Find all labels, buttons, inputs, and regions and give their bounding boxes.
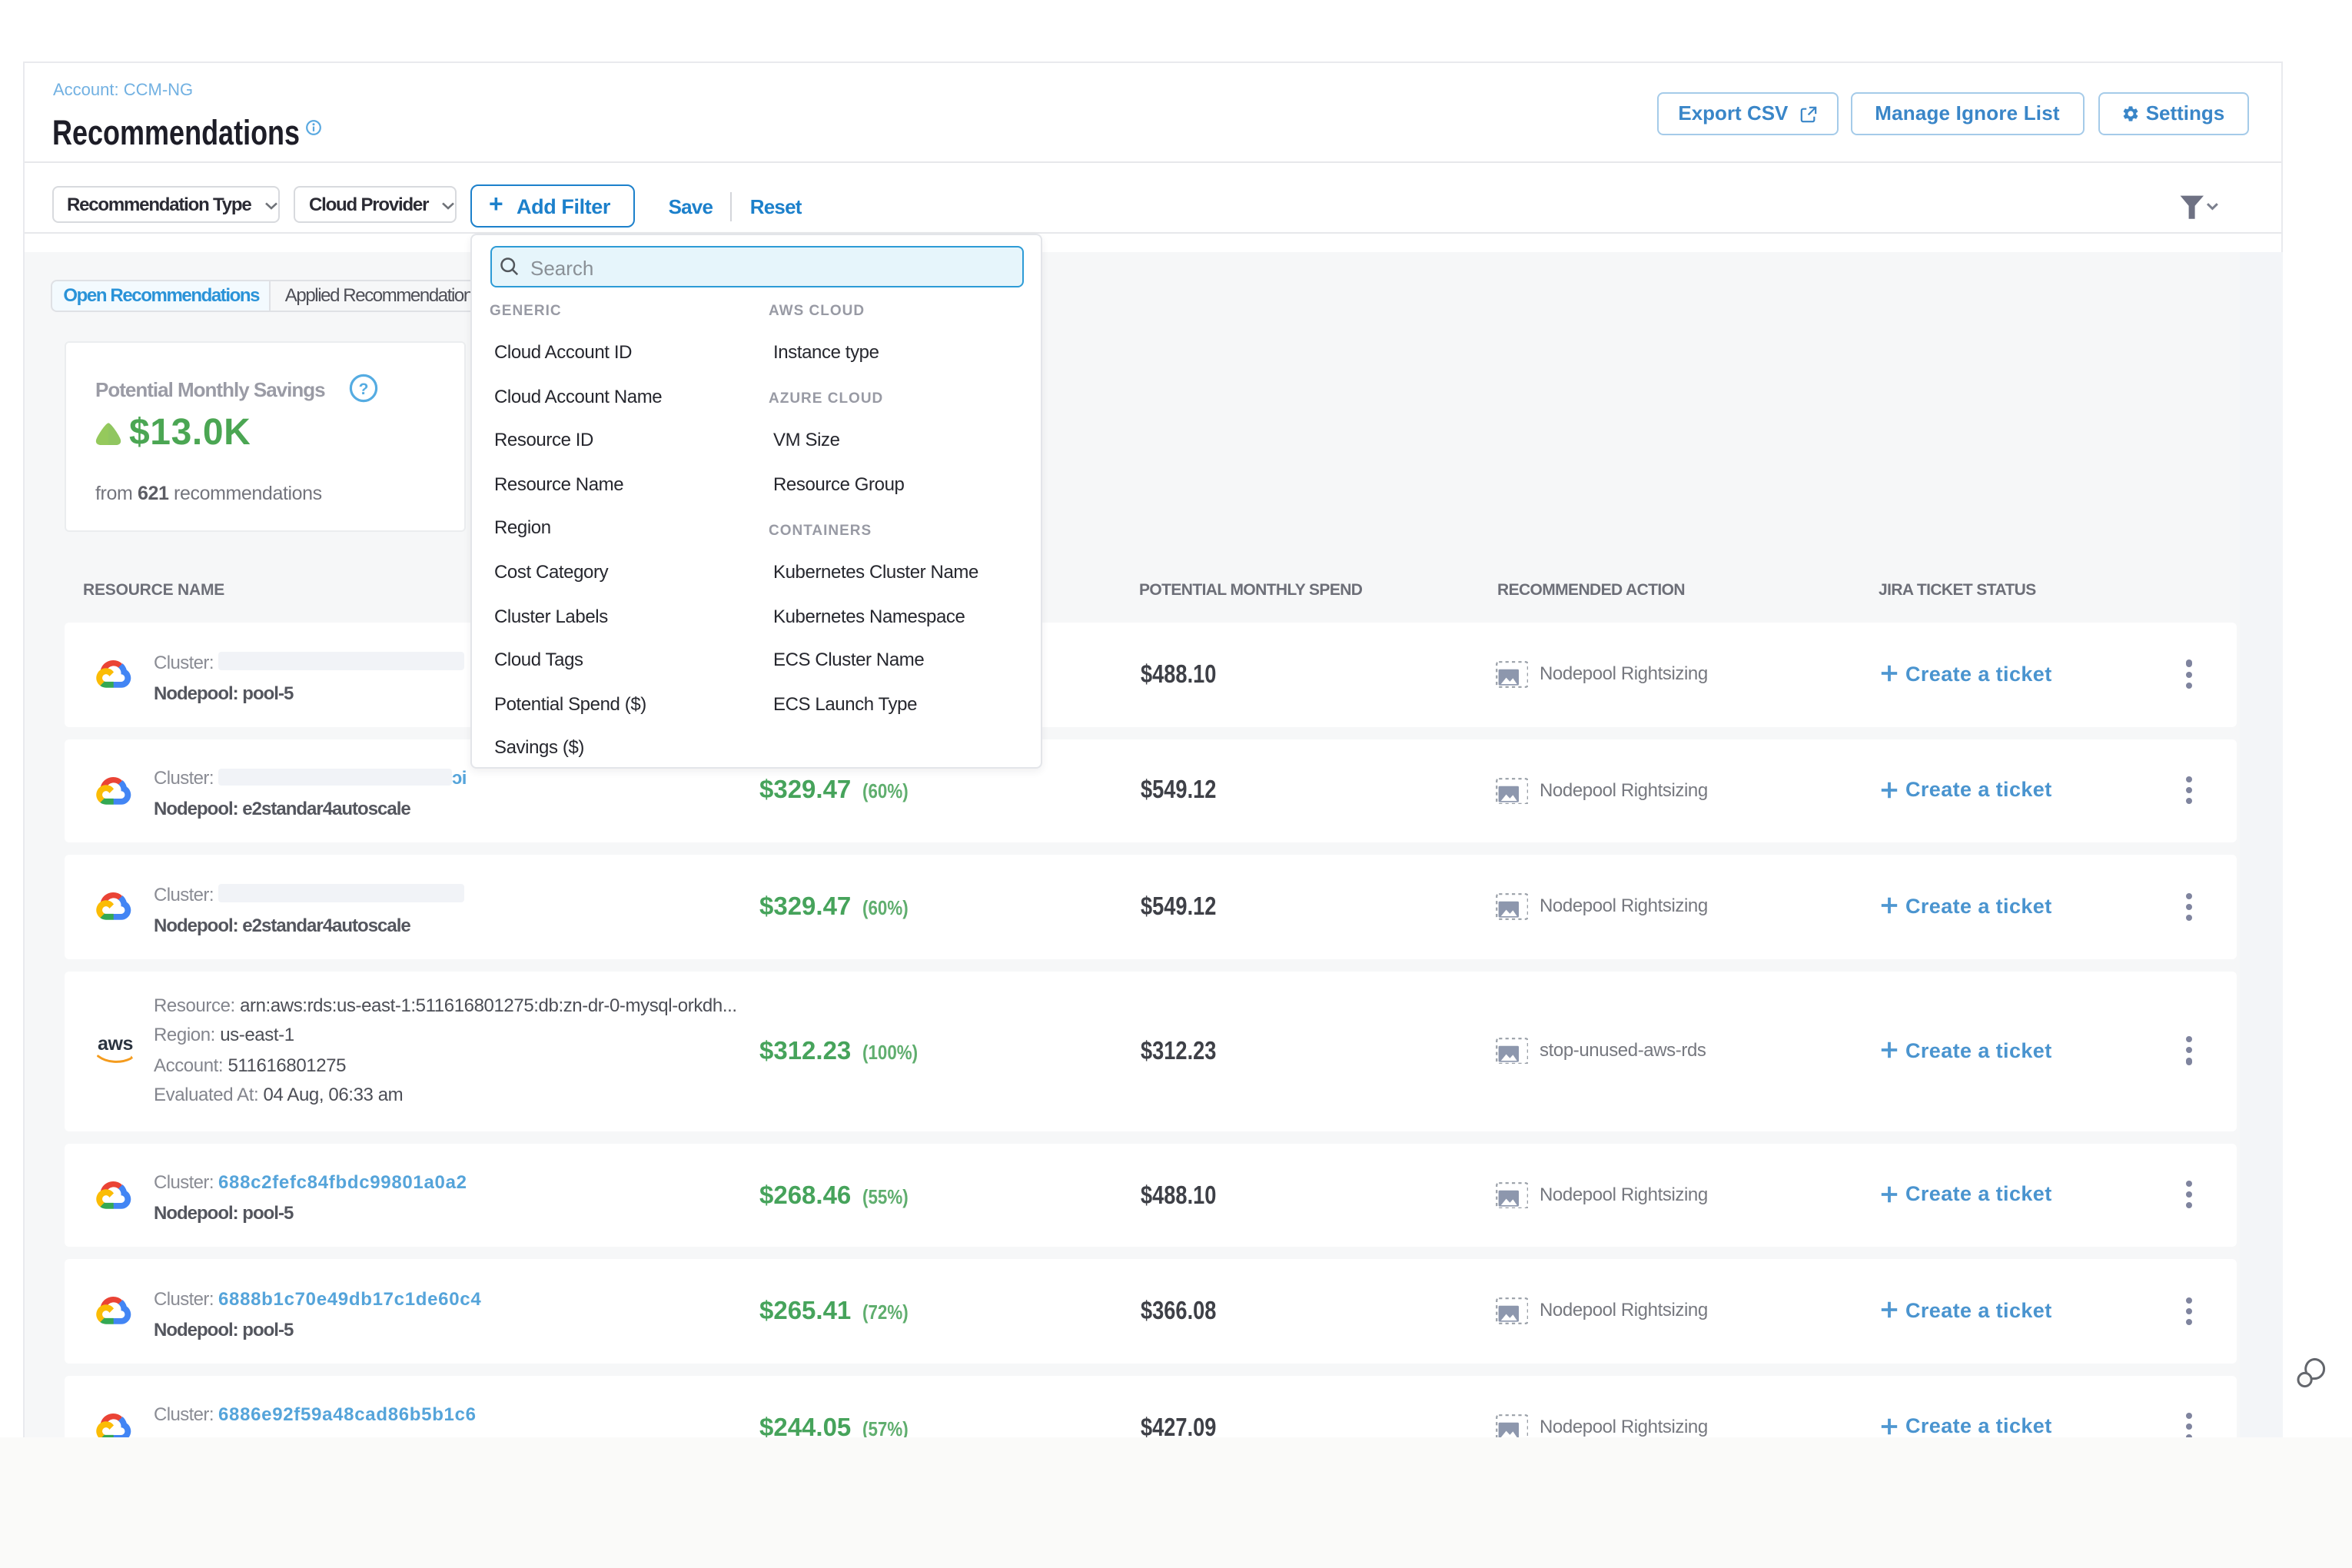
svg-text:?: ? — [359, 380, 369, 398]
